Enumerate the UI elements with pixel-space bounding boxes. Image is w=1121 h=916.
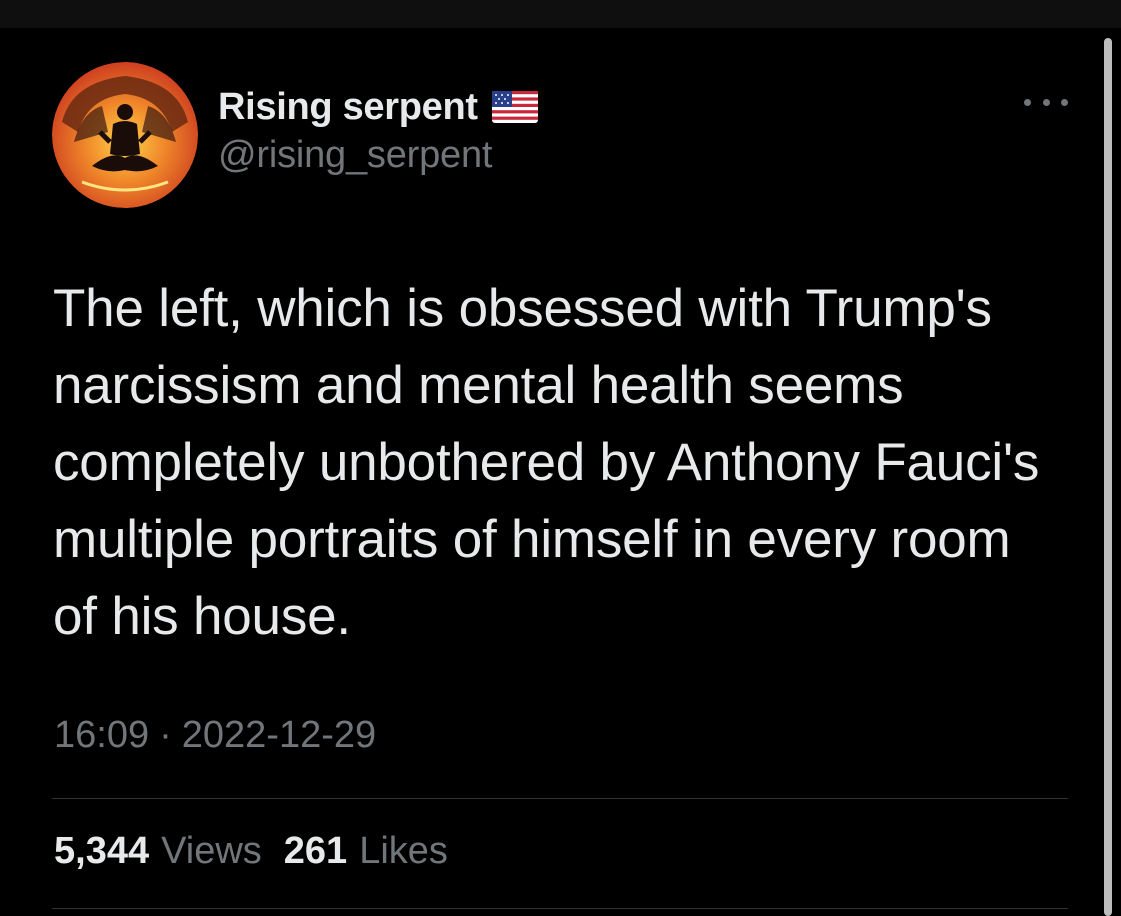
more-options-button[interactable] <box>1024 92 1068 112</box>
timestamp-separator: · <box>159 714 172 756</box>
more-horizontal-icon <box>1061 98 1068 106</box>
more-horizontal-icon <box>1042 98 1050 106</box>
display-name-row: Rising serpent <box>218 84 538 130</box>
tweet-time: 16:09 <box>54 714 150 756</box>
display-name[interactable]: Rising serpent <box>218 86 478 129</box>
author-block: Rising serpent @rising_serpent <box>218 84 538 177</box>
tweet-timestamp[interactable]: 16:09 · 2022-12-29 <box>54 714 376 757</box>
top-strip <box>0 0 1121 28</box>
tweet-stats: 5,344 Views 261 Likes <box>54 830 470 873</box>
views-stat[interactable]: 5,344 Views <box>54 830 262 873</box>
tweet-detail: Rising serpent @rising_serpent The left,… <box>0 28 1100 916</box>
views-count: 5,344 <box>54 830 150 872</box>
divider <box>52 908 1068 909</box>
views-label: Views <box>161 830 262 872</box>
divider <box>52 798 1068 799</box>
tweet-text: The left, which is obsessed with Trump's… <box>53 279 1040 646</box>
likes-stat[interactable]: 261 Likes <box>284 830 448 873</box>
meditating-figure-avatar-icon <box>52 62 198 208</box>
likes-count: 261 <box>283 830 348 872</box>
us-flag-icon <box>491 91 538 123</box>
avatar[interactable] <box>52 62 198 208</box>
user-handle[interactable]: @rising_serpent <box>218 134 538 177</box>
tweet-date: 2022-12-29 <box>181 714 377 756</box>
likes-label: Likes <box>359 830 448 872</box>
scrollbar[interactable] <box>1104 38 1112 916</box>
more-horizontal-icon <box>1024 98 1031 106</box>
